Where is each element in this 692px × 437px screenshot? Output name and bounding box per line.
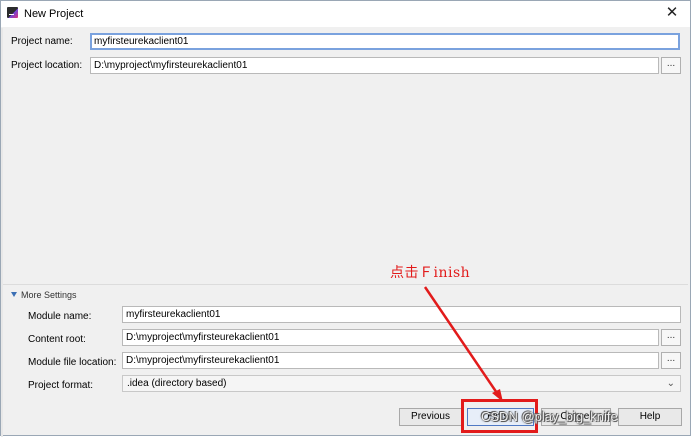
annotation-text: 点击Ｆinish (390, 265, 471, 281)
watermark: CSDN @play_big_knife (481, 409, 618, 424)
annotation-arrow (423, 286, 503, 402)
